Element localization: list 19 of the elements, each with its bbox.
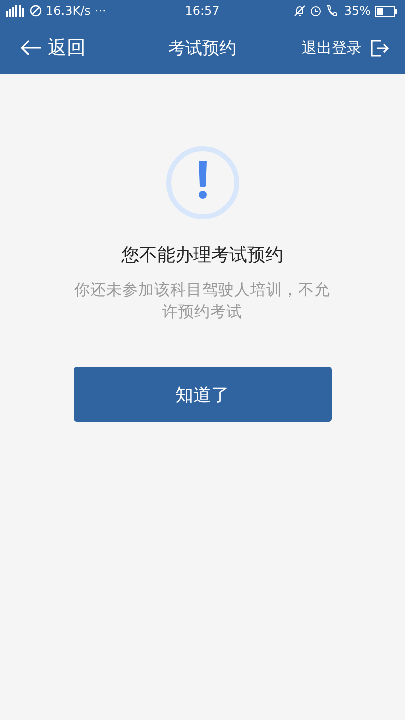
back-arrow-icon <box>20 40 42 56</box>
logout-icon <box>371 40 389 56</box>
phone-icon <box>326 5 340 17</box>
confirm-button[interactable]: 知道了 <box>74 367 332 422</box>
battery-icon <box>375 6 397 16</box>
notice-title: 您不能办理考试预约 <box>122 244 284 267</box>
more-indicator: ··· <box>94 4 106 18</box>
alarm-icon <box>310 5 322 17</box>
clock: 16:57 <box>184 4 221 18</box>
alert-icon <box>164 145 240 221</box>
battery-percent: 35% <box>344 4 371 18</box>
signal-icon <box>6 5 26 17</box>
back-button[interactable]: 返回 <box>20 35 86 61</box>
logout-button[interactable]: 退出登录 <box>302 38 389 58</box>
blocked-icon <box>30 5 42 17</box>
network-speed: 16.3K/s <box>46 4 91 18</box>
notice-message: 你还未参加该科目驾驶人培训，不允许预约考试 <box>74 280 332 323</box>
bell-off-icon <box>294 5 306 17</box>
page-title: 考试预约 <box>168 38 236 60</box>
